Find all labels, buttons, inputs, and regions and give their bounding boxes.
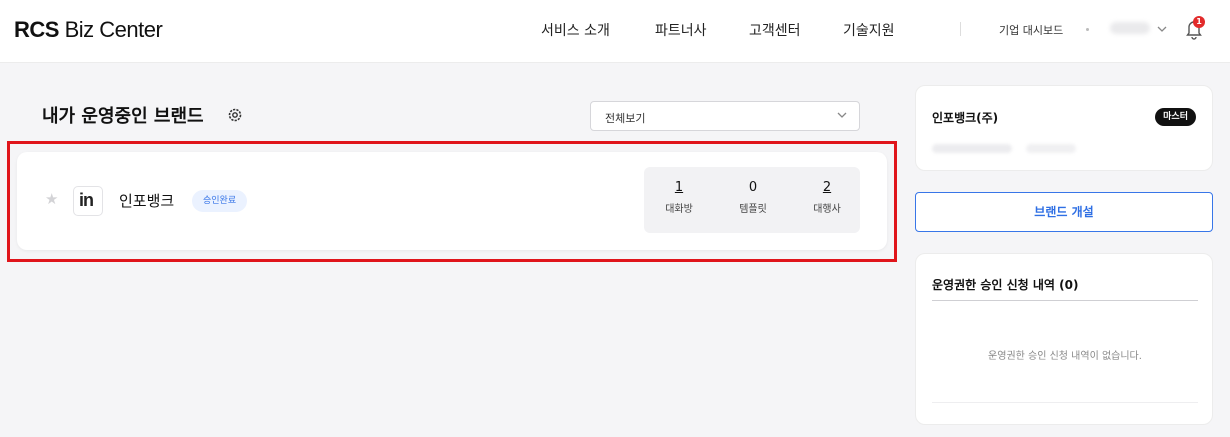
- status-badge: 승인완료: [192, 190, 248, 212]
- stat-chatrooms[interactable]: 1 대화방: [654, 180, 704, 215]
- company-info-blurred-2: [1026, 144, 1076, 153]
- brand-filter-select[interactable]: 전체보기: [590, 101, 860, 131]
- company-info-blurred: [932, 144, 1012, 153]
- user-name-blurred[interactable]: [1110, 22, 1150, 34]
- header-divider: [960, 22, 961, 36]
- stat-templates-value: 0: [748, 180, 758, 195]
- brand-card[interactable]: ★ in 인포뱅크 승인완료 1 대화방 0 템플릿 2 대행사: [17, 152, 887, 250]
- divider: [932, 300, 1198, 301]
- stat-chatrooms-label: 대화방: [665, 204, 693, 215]
- brand-stats: 1 대화방 0 템플릿 2 대행사: [644, 167, 860, 233]
- stat-templates: 0 템플릿: [728, 180, 778, 215]
- notification-badge: 1: [1193, 16, 1205, 28]
- open-brand-button[interactable]: 브랜드 개설: [915, 192, 1213, 232]
- chevron-down-icon: [837, 112, 847, 118]
- gear-icon[interactable]: [226, 106, 244, 124]
- nav-service-intro[interactable]: 서비스 소개: [541, 20, 610, 40]
- nav-customer-center[interactable]: 고객센터: [749, 20, 801, 40]
- brand-logo: in: [73, 186, 103, 216]
- stat-agencies-label: 대행사: [813, 204, 841, 215]
- header-dot-separator: [1086, 28, 1089, 31]
- approval-requests-card: 운영권한 승인 신청 내역 (0) 운영권한 승인 신청 내역이 없습니다.: [915, 253, 1213, 425]
- company-card: 인포뱅크(주) 마스터: [915, 85, 1213, 171]
- nav-tech-support[interactable]: 기술지원: [843, 20, 895, 40]
- role-badge: 마스터: [1155, 108, 1196, 126]
- chevron-down-icon[interactable]: [1157, 24, 1167, 34]
- approval-requests-title: 운영권한 승인 신청 내역 (0): [932, 278, 1079, 292]
- brand-filter-value: 전체보기: [605, 112, 646, 125]
- nav-partners[interactable]: 파트너사: [655, 20, 707, 40]
- stat-templates-label: 템플릿: [739, 204, 767, 215]
- enterprise-dashboard-link[interactable]: 기업 대시보드: [999, 22, 1063, 38]
- stat-agencies[interactable]: 2 대행사: [802, 180, 852, 215]
- page-title: 내가 운영중인 브랜드: [42, 106, 204, 127]
- top-header: RCS Biz Center 서비스 소개 파트너사 고객센터 기술지원 기업 …: [0, 0, 1230, 63]
- divider: [932, 402, 1198, 403]
- company-name: 인포뱅크(주): [932, 111, 999, 125]
- stat-agencies-value[interactable]: 2: [802, 180, 852, 195]
- stat-chatrooms-value[interactable]: 1: [654, 180, 704, 195]
- brand-name[interactable]: 인포뱅크: [119, 190, 174, 211]
- empty-state-text: 운영권한 승인 신청 내역이 없습니다.: [988, 351, 1142, 362]
- favorite-star-icon[interactable]: ★: [45, 190, 58, 208]
- rcs-biz-center-logo[interactable]: RCS Biz Center: [14, 17, 163, 43]
